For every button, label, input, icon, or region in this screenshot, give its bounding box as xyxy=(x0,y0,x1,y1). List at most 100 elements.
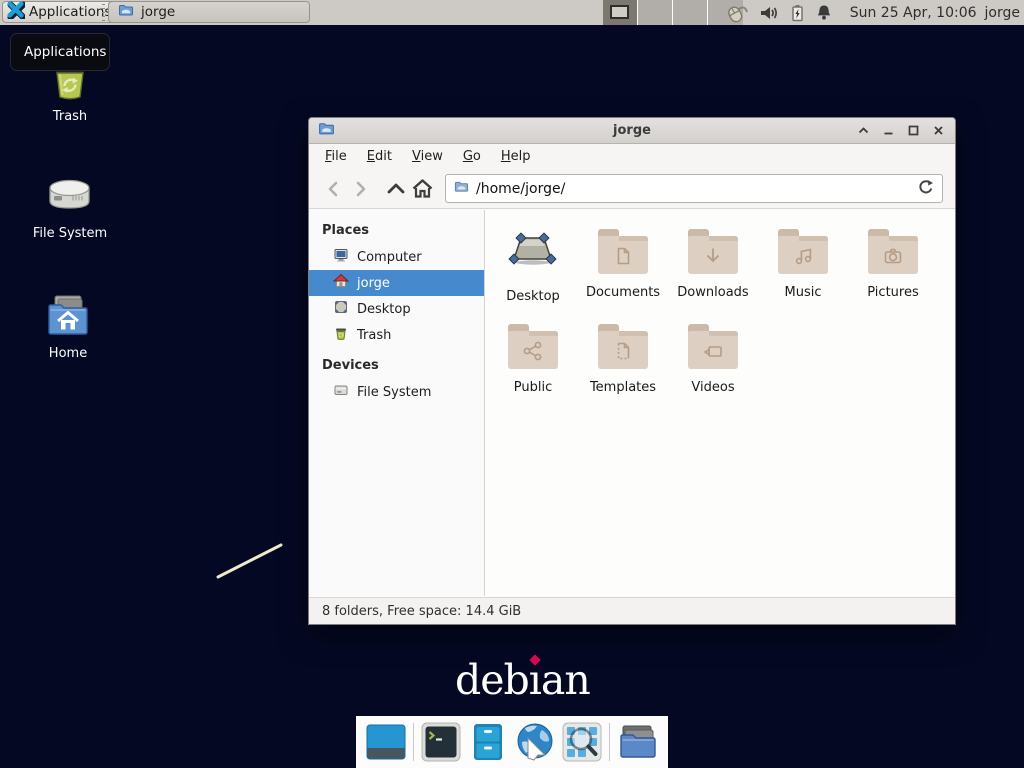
file-item-label: Pictures xyxy=(867,285,918,300)
desktop-icon-filesystem[interactable]: File System xyxy=(27,172,113,241)
file-item-label: Videos xyxy=(691,380,734,395)
file-view[interactable]: Desktop Documents xyxy=(485,210,955,596)
file-item-label: Music xyxy=(785,285,822,300)
folder-document-icon xyxy=(598,226,648,274)
sidebar-item-label: Computer xyxy=(357,250,422,265)
back-button[interactable] xyxy=(321,176,347,202)
dock-separator xyxy=(609,723,610,761)
menu-view[interactable]: View xyxy=(402,147,453,166)
system-tray: Sun 25 Apr, 10:06 jorge xyxy=(720,0,1022,25)
workspace-window-thumb xyxy=(610,5,629,19)
xorg-logo-icon xyxy=(7,1,25,23)
desktop-icon-label: File System xyxy=(27,226,113,241)
file-item-documents[interactable]: Documents xyxy=(578,226,668,321)
file-item-videos[interactable]: Videos xyxy=(668,321,758,416)
desktop[interactable]: Applications jorge xyxy=(0,0,1024,768)
shade-button[interactable] xyxy=(855,123,871,139)
computer-icon xyxy=(333,247,349,267)
desktop-icon-label: Home xyxy=(25,346,111,361)
dock-separator xyxy=(413,723,414,761)
file-cabinet-icon[interactable] xyxy=(468,722,508,762)
taskbar-window-button[interactable]: jorge xyxy=(108,1,310,23)
location-bar[interactable]: /home/jorge/ xyxy=(445,174,943,203)
sidebar-item-computer[interactable]: Computer xyxy=(309,244,484,270)
menu-help[interactable]: Help xyxy=(491,147,541,166)
home-folder-icon xyxy=(43,292,93,340)
file-item-label: Public xyxy=(514,380,552,395)
statusbar: 8 folders, Free space: 14.4 GiB xyxy=(309,597,955,624)
file-item-desktop[interactable]: Desktop xyxy=(488,226,578,321)
file-manager-icon[interactable] xyxy=(617,722,657,762)
sidebar-item-label: Desktop xyxy=(357,302,411,317)
home-icon xyxy=(333,273,349,293)
file-item-pictures[interactable]: Pictures xyxy=(848,226,938,321)
window-folder-icon xyxy=(118,2,134,22)
up-button[interactable] xyxy=(383,176,409,202)
desktop-icon-home[interactable]: Home xyxy=(25,292,111,361)
workspace-3[interactable] xyxy=(673,0,708,25)
debian-text: deb xyxy=(455,656,529,704)
desktop-stroke-artifact xyxy=(210,538,292,584)
applications-menu-label: Applications xyxy=(29,4,111,20)
bell-icon[interactable] xyxy=(810,0,838,25)
taskbar-window-label: jorge xyxy=(141,4,175,20)
sidebar-item-jorge[interactable]: jorge xyxy=(309,270,484,296)
titlebar[interactable]: jorge xyxy=(309,118,955,144)
menubar: File Edit View Go Help xyxy=(309,144,955,169)
file-item-label: Desktop xyxy=(506,289,560,304)
applications-tooltip: Applications xyxy=(10,33,110,71)
sidebar-item-label: File System xyxy=(357,385,431,400)
file-item-templates[interactable]: Templates xyxy=(578,321,668,416)
debian-wordmark: debıan xyxy=(455,656,590,704)
file-item-public[interactable]: Public xyxy=(488,321,578,416)
tooltip-text: Applications xyxy=(24,44,106,60)
location-folder-icon xyxy=(454,179,469,198)
workspace-2[interactable] xyxy=(638,0,673,25)
drive-small-icon xyxy=(333,382,349,402)
app-finder-icon[interactable] xyxy=(562,722,602,762)
drive-icon xyxy=(45,172,95,220)
sidebar-item-desktop[interactable]: Desktop xyxy=(309,296,484,322)
devices-header: Devices xyxy=(309,352,484,379)
home-button[interactable] xyxy=(409,176,435,202)
sidebar-item-filesystem[interactable]: File System xyxy=(309,379,484,405)
folder-template-icon xyxy=(598,321,648,369)
desktop-icon xyxy=(333,299,349,319)
clock[interactable]: Sun 25 Apr, 10:06 xyxy=(838,5,985,21)
statusbar-text: 8 folders, Free space: 14.4 GiB xyxy=(322,604,521,619)
file-item-downloads[interactable]: Downloads xyxy=(668,226,758,321)
workspace-1[interactable] xyxy=(603,0,638,25)
minimize-button[interactable] xyxy=(880,123,896,139)
web-browser-icon[interactable] xyxy=(515,722,555,762)
close-button[interactable] xyxy=(930,123,946,139)
desktop-workspace-icon xyxy=(508,226,558,278)
mouse-icon[interactable] xyxy=(720,0,754,25)
menu-file[interactable]: File xyxy=(315,147,357,166)
desktop-icon-label: Trash xyxy=(27,109,113,124)
menu-edit[interactable]: Edit xyxy=(357,147,402,166)
folder-share-icon xyxy=(508,321,558,369)
sidebar-item-trash[interactable]: Trash xyxy=(309,322,484,348)
location-input[interactable]: /home/jorge/ xyxy=(476,181,910,197)
username-label[interactable]: jorge xyxy=(985,5,1022,21)
maximize-button[interactable] xyxy=(905,123,921,139)
menu-go[interactable]: Go xyxy=(453,147,491,166)
file-manager-window: jorge File Edit View Go Help xyxy=(308,117,956,625)
forward-button[interactable] xyxy=(347,176,373,202)
volume-icon[interactable] xyxy=(754,0,785,25)
terminal-icon[interactable] xyxy=(421,722,461,762)
battery-icon[interactable] xyxy=(785,0,810,25)
folder-music-icon xyxy=(778,226,828,274)
folder-download-icon xyxy=(688,226,738,274)
side-pane: Places Computer xyxy=(309,210,485,596)
dock xyxy=(356,716,668,768)
file-item-label: Documents xyxy=(586,285,660,300)
top-panel: Applications jorge xyxy=(0,0,1024,25)
reload-icon[interactable] xyxy=(917,178,934,199)
trash-small-icon xyxy=(333,325,349,345)
panel-handle[interactable] xyxy=(102,4,105,21)
show-desktop-icon[interactable] xyxy=(366,722,406,762)
sidebar-item-label: jorge xyxy=(357,276,390,291)
file-item-music[interactable]: Music xyxy=(758,226,848,321)
sidebar-item-label: Trash xyxy=(357,328,391,343)
